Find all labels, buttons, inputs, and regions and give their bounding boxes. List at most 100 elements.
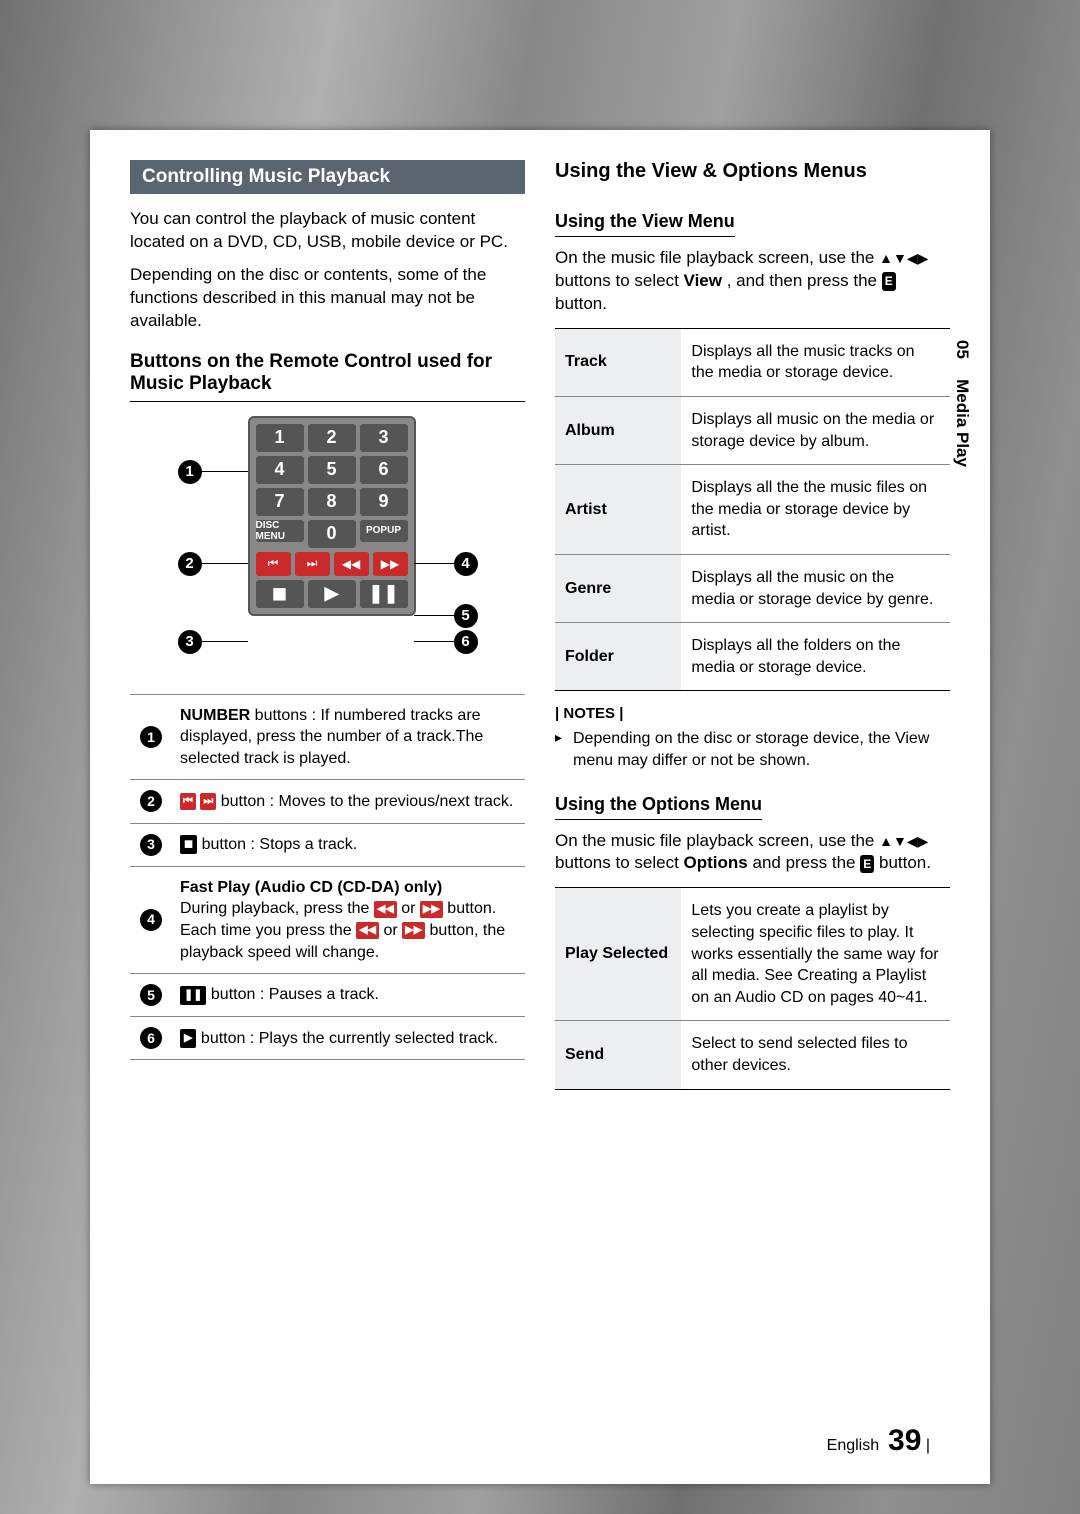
remote-key-0: 0	[308, 520, 356, 548]
callout-line	[202, 471, 248, 473]
callout-line	[414, 615, 454, 617]
opt-key: Genre	[555, 554, 681, 622]
row-text: button.	[447, 900, 496, 917]
remote-key-4: 4	[256, 456, 304, 484]
remote-diagram: 1 2 3 4 5 6 7 8 9 DISC MENU 0 POPUP ⏮ ⏭ …	[148, 416, 508, 676]
remote-key-6: 6	[360, 456, 408, 484]
footer-lang: English	[827, 1437, 879, 1454]
row-num: 3	[140, 834, 162, 856]
row-desc: ▶ button : Plays the currently selected …	[172, 1017, 525, 1060]
prev-track-icon: ⏮	[180, 793, 196, 810]
row-desc: ◼ button : Stops a track.	[172, 823, 525, 866]
chapter-title: Media Play	[953, 379, 972, 467]
opt-key: Album	[555, 397, 681, 465]
opt-key: Folder	[555, 623, 681, 691]
remote-play-icon: ▶	[308, 580, 356, 608]
remote-rew-icon: ◀◀	[334, 552, 369, 576]
notes-heading: | NOTES |	[555, 705, 950, 722]
callout-6: 6	[454, 630, 478, 654]
text: and press the	[752, 853, 860, 872]
arrow-icons: ▲▼◀▶	[879, 250, 928, 266]
fastforward-icon: ▶▶	[402, 922, 425, 939]
section-heading: Controlling Music Playback	[130, 160, 525, 194]
callout-5: 5	[454, 604, 478, 628]
fastforward-icon: ▶▶	[420, 901, 443, 918]
bold-view: View	[684, 271, 722, 290]
page-number: 39	[888, 1424, 921, 1457]
callout-line	[202, 563, 248, 565]
remote-key-5: 5	[308, 456, 356, 484]
row-desc: ❚❚ button : Pauses a track.	[172, 974, 525, 1017]
callout-2: 2	[178, 552, 202, 576]
manual-page: 05 Media Play Controlling Music Playback…	[90, 130, 990, 1484]
callout-3: 3	[178, 630, 202, 654]
row-num: 4	[140, 909, 162, 931]
remote-buttons-heading: Buttons on the Remote Control used for M…	[130, 351, 525, 402]
row-desc: ⏮ ⏭ button : Moves to the previous/next …	[172, 780, 525, 823]
row-num: 2	[140, 790, 162, 812]
opt-val: Displays all the music tracks on the med…	[681, 328, 950, 396]
table-row: 6 ▶ button : Plays the currently selecte…	[130, 1017, 525, 1060]
text: button.	[879, 853, 931, 872]
button-description-table: 1 NUMBER buttons : If numbered tracks ar…	[130, 694, 525, 1061]
remote-pause-icon: ❚❚	[360, 580, 408, 608]
text: , and then press the	[727, 271, 882, 290]
view-options-heading: Using the View & Options Menus	[555, 160, 950, 183]
opt-val: Select to send selected files to other d…	[681, 1021, 950, 1089]
row-text: or	[383, 922, 402, 939]
table-row: 2 ⏮ ⏭ button : Moves to the previous/nex…	[130, 780, 525, 823]
remote-key-9: 9	[360, 488, 408, 516]
row-text: button : Pauses a track.	[211, 986, 379, 1003]
table-row: ArtistDisplays all the the music files o…	[555, 465, 950, 555]
chapter-number: 05	[953, 340, 972, 359]
remote-ff-icon: ▶▶	[373, 552, 408, 576]
callout-line	[414, 641, 454, 643]
chapter-tab: 05 Media Play	[952, 340, 972, 467]
bold-line: Fast Play (Audio CD (CD-DA) only)	[180, 879, 442, 896]
remote-key-7: 7	[256, 488, 304, 516]
row-text: button : Stops a track.	[202, 836, 358, 853]
bold-options: Options	[684, 853, 748, 872]
remote-key-8: 8	[308, 488, 356, 516]
opt-val: Displays all music on the media or stora…	[681, 397, 950, 465]
opt-val: Displays all the the music files on the …	[681, 465, 950, 555]
pause-icon: ❚❚	[180, 986, 206, 1005]
text: buttons to select	[555, 271, 684, 290]
table-row: 5 ❚❚ button : Pauses a track.	[130, 974, 525, 1017]
opt-key: Track	[555, 328, 681, 396]
row-text: During playback, press the	[180, 900, 374, 917]
table-row: SendSelect to send selected files to oth…	[555, 1021, 950, 1089]
view-menu-heading: Using the View Menu	[555, 211, 735, 237]
footer-bar: |	[926, 1437, 930, 1454]
next-track-icon: ⏭	[200, 793, 216, 810]
table-row: FolderDisplays all the folders on the me…	[555, 623, 950, 691]
callout-line	[414, 563, 454, 565]
arrow-icons: ▲▼◀▶	[879, 833, 928, 849]
table-row: AlbumDisplays all music on the media or …	[555, 397, 950, 465]
callout-line	[202, 641, 248, 643]
enter-button-icon: E	[882, 272, 896, 290]
row-text: button : Plays the currently selected tr…	[201, 1030, 498, 1047]
intro-p2: Depending on the disc or contents, some …	[130, 264, 525, 333]
row-num: 5	[140, 984, 162, 1006]
remote-prev-icon: ⏮	[256, 552, 291, 576]
options-menu-table: Play SelectedLets you create a playlist …	[555, 887, 950, 1089]
callout-4: 4	[454, 552, 478, 576]
enter-button-icon: E	[860, 855, 874, 873]
row-text: button : Moves to the previous/next trac…	[221, 793, 514, 810]
table-row: 3 ◼ button : Stops a track.	[130, 823, 525, 866]
table-row: 4 Fast Play (Audio CD (CD-DA) only) Duri…	[130, 866, 525, 973]
remote-body: 1 2 3 4 5 6 7 8 9 DISC MENU 0 POPUP ⏮ ⏭ …	[248, 416, 416, 616]
rewind-icon: ◀◀	[356, 922, 379, 939]
opt-key: Play Selected	[555, 888, 681, 1021]
left-column: Controlling Music Playback You can contr…	[130, 160, 525, 1104]
text: buttons to select	[555, 853, 684, 872]
remote-popup: POPUP	[360, 520, 408, 542]
opt-key: Artist	[555, 465, 681, 555]
callout-1: 1	[178, 460, 202, 484]
remote-key-3: 3	[360, 424, 408, 452]
play-icon: ▶	[180, 1029, 196, 1048]
row-num: 1	[140, 726, 162, 748]
remote-disc-menu: DISC MENU	[256, 520, 304, 542]
remote-key-1: 1	[256, 424, 304, 452]
